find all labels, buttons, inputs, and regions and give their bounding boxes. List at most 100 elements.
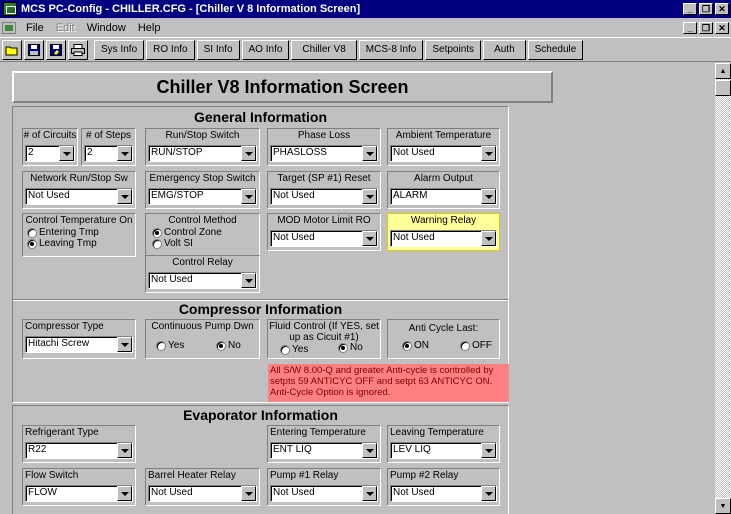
scroll-down-icon[interactable]: ▼ [715,498,731,514]
ro-info-button[interactable]: RO Info [146,39,195,60]
refrigerant-label: Refrigerant Type [25,427,99,438]
continuous-pump-label: Continuous Pump Dwn [151,321,254,332]
control-temp-group: Control Temperature On Entering Tmp Leav… [22,213,136,257]
menu-bar: File Edit Window Help _ ❐ ✕ [0,18,731,37]
leaving-temp-select[interactable]: LEV LIQ [390,442,497,459]
ambient-temp-select[interactable]: Not Used [390,145,497,162]
target-reset-select[interactable]: Not Used [270,188,378,205]
ao-info-button[interactable]: AO Info [241,39,290,60]
circuits-select[interactable]: 2 [25,145,75,162]
control-temp-label: Control Temperature On [25,215,133,226]
chevron-down-icon [117,189,132,204]
scroll-up-icon[interactable]: ▲ [715,63,731,79]
child-minimize-icon[interactable]: _ [683,21,697,34]
circuits-group: # of Circuits 2 [22,128,78,166]
warning-relay-select[interactable]: Not Used [390,230,497,247]
close-icon[interactable]: ✕ [715,3,729,15]
pump2-relay-group: Pump #2 Relay Not Used [387,468,500,506]
app-icon[interactable] [3,2,17,16]
child-restore-icon[interactable]: ❐ [699,21,713,34]
compressor-type-select[interactable]: Hitachi Screw [25,336,133,353]
scroll-thumb[interactable] [715,80,731,96]
evaporator-section-title: Evaporator Information [183,407,338,423]
refrigerant-group: Refrigerant Type R22 [22,425,136,463]
entering-temp-group: Entering Temperature ENT LIQ [267,425,381,463]
ambient-temp-group: Ambient Temperature Not Used [387,128,500,166]
chevron-down-icon [117,146,132,161]
open-icon[interactable] [2,39,22,60]
run-stop-select[interactable]: RUN/STOP [148,145,257,162]
alarm-output-select[interactable]: ALARM [390,188,497,205]
save-icon[interactable] [24,39,44,60]
anti-cycle-off-radio[interactable]: OFF [460,340,492,351]
continuous-pump-group: Continuous Pump Dwn Yes No [145,319,260,359]
leaving-tmp-radio[interactable]: Leaving Tmp [27,238,97,249]
chevron-down-icon [362,486,377,501]
pump-yes-radio[interactable]: Yes [156,340,184,351]
control-relay-group: Control Relay Not Used [145,255,260,293]
document-icon[interactable] [2,21,16,34]
mod-motor-label: MOD Motor Limit RO [277,215,371,226]
compressor-section-title: Compressor Information [178,301,343,317]
minimize-icon[interactable]: _ [683,3,697,15]
menu-file[interactable]: File [20,22,50,34]
pump-no-radio[interactable]: No [216,340,241,351]
pump2-relay-select[interactable]: Not Used [390,485,497,502]
fluid-no-radio[interactable]: No [338,342,363,353]
menu-window[interactable]: Window [81,22,132,34]
emg-stop-group: Emergency Stop Switch EMG/STOP [145,171,260,209]
entering-temp-select[interactable]: ENT LIQ [270,442,378,459]
chevron-down-icon [481,486,496,501]
circuits-label: # of Circuits [23,130,77,141]
barrel-heater-group: Barrel Heater Relay Not Used [145,468,260,506]
vertical-scrollbar[interactable]: ▲ ▼ [715,63,731,514]
auth-button[interactable]: Auth [483,39,526,60]
chevron-down-icon [241,189,256,204]
refrigerant-select[interactable]: R22 [25,442,133,459]
alarm-output-group: Alarm Output ALARM [387,171,500,209]
control-relay-select[interactable]: Not Used [148,272,257,289]
chevron-down-icon [362,189,377,204]
chiller-v8-button[interactable]: Chiller V8 [291,39,357,60]
schedule-button[interactable]: Schedule [527,39,584,60]
phase-loss-group: Phase Loss PHASLOSS [267,128,381,166]
steps-select[interactable]: 2 [84,145,133,162]
sys-info-button[interactable]: Sys Info [94,39,145,60]
mod-motor-select[interactable]: Not Used [270,230,378,247]
chevron-down-icon [481,146,496,161]
si-info-button[interactable]: SI Info [196,39,240,60]
mcs8-info-button[interactable]: MCS-8 Info [358,39,424,60]
emg-stop-select[interactable]: EMG/STOP [148,188,257,205]
anti-cycle-on-radio[interactable]: ON [402,340,429,351]
setpoints-button[interactable]: Setpoints [425,39,482,60]
fluid-yes-radio[interactable]: Yes [280,344,308,355]
control-zone-radio[interactable]: Control Zone [152,227,222,238]
pump1-relay-select[interactable]: Not Used [270,485,378,502]
control-method-label: Control Method [168,215,237,226]
compressor-type-group: Compressor Type Hitachi Screw [22,319,136,359]
chevron-down-icon [481,443,496,458]
steps-group: # of Steps 2 [81,128,136,166]
compressor-type-label: Compressor Type [25,321,104,332]
restore-icon[interactable]: ❐ [699,3,713,15]
menu-help[interactable]: Help [132,22,167,34]
print-icon[interactable] [68,39,88,60]
chevron-down-icon [241,486,256,501]
entering-tmp-radio[interactable]: Entering Tmp [27,227,99,238]
menu-edit[interactable]: Edit [50,22,81,34]
barrel-heater-select[interactable]: Not Used [148,485,257,502]
anti-cycle-label: Anti Cycle Last: [408,323,479,334]
save-as-icon[interactable] [46,39,66,60]
warning-relay-label: Warning Relay [410,215,477,226]
pump1-relay-label: Pump #1 Relay [270,470,339,481]
page-title: Chiller V8 Information Screen [12,71,553,103]
main-content: Chiller V8 Information Screen General In… [0,63,715,514]
phase-loss-select[interactable]: PHASLOSS [270,145,378,162]
network-run-stop-select[interactable]: Not Used [25,188,133,205]
steps-label: # of Steps [85,130,132,141]
pump1-relay-group: Pump #1 Relay Not Used [267,468,381,506]
child-close-icon[interactable]: ✕ [715,21,729,34]
volt-si-radio[interactable]: Volt SI [152,238,193,249]
leaving-temp-label: Leaving Temperature [390,427,484,438]
flow-switch-select[interactable]: FLOW [25,485,133,502]
